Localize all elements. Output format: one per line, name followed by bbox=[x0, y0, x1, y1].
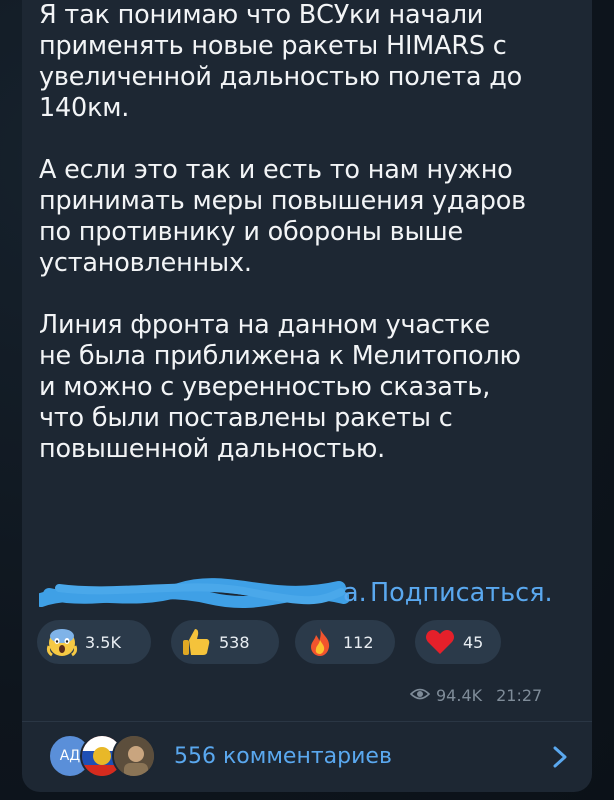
comments-count-label: 556 комментариев bbox=[174, 744, 392, 769]
subscribe-link[interactable]: Подписаться. bbox=[370, 576, 553, 610]
eye-icon bbox=[409, 686, 431, 705]
message-paragraph: Я так понимаю что ВСУки начали применять… bbox=[39, 0, 523, 123]
redaction-scribble bbox=[39, 578, 349, 609]
channel-signature: а. Подписаться. bbox=[39, 576, 579, 610]
reaction-count: 3.5K bbox=[85, 632, 121, 652]
comments-button[interactable]: АД 556 комментариев bbox=[22, 722, 592, 792]
avatar bbox=[112, 734, 156, 778]
reaction-scream[interactable]: 3.5K bbox=[37, 620, 151, 664]
message-time: 21:27 bbox=[496, 685, 543, 705]
view-count: 94.4K bbox=[436, 685, 483, 705]
reactions-bar: 3.5K 538 112 45 bbox=[37, 620, 557, 664]
red-heart-icon bbox=[423, 625, 457, 659]
reaction-thumbs-up[interactable]: 538 bbox=[171, 620, 279, 664]
message-meta: 94.4K 21:27 bbox=[409, 684, 580, 706]
reaction-heart[interactable]: 45 bbox=[415, 620, 501, 664]
message-paragraph: А если это так и есть то нам нужно прини… bbox=[39, 155, 526, 278]
fire-icon bbox=[303, 625, 337, 659]
chevron-right-icon bbox=[548, 742, 572, 772]
message-text: Я так понимаю что ВСУки начали применять… bbox=[39, 0, 579, 465]
channel-name-tail: а. bbox=[343, 578, 367, 608]
reaction-count: 538 bbox=[219, 632, 250, 652]
reaction-count: 45 bbox=[463, 632, 484, 652]
reaction-count: 112 bbox=[343, 632, 374, 652]
scream-face-icon bbox=[45, 625, 79, 659]
commenter-avatars: АД bbox=[48, 734, 188, 780]
reaction-fire[interactable]: 112 bbox=[295, 620, 395, 664]
message-paragraph: Линия фронта на данном участке не была п… bbox=[39, 310, 521, 464]
thumbs-up-icon bbox=[179, 625, 213, 659]
